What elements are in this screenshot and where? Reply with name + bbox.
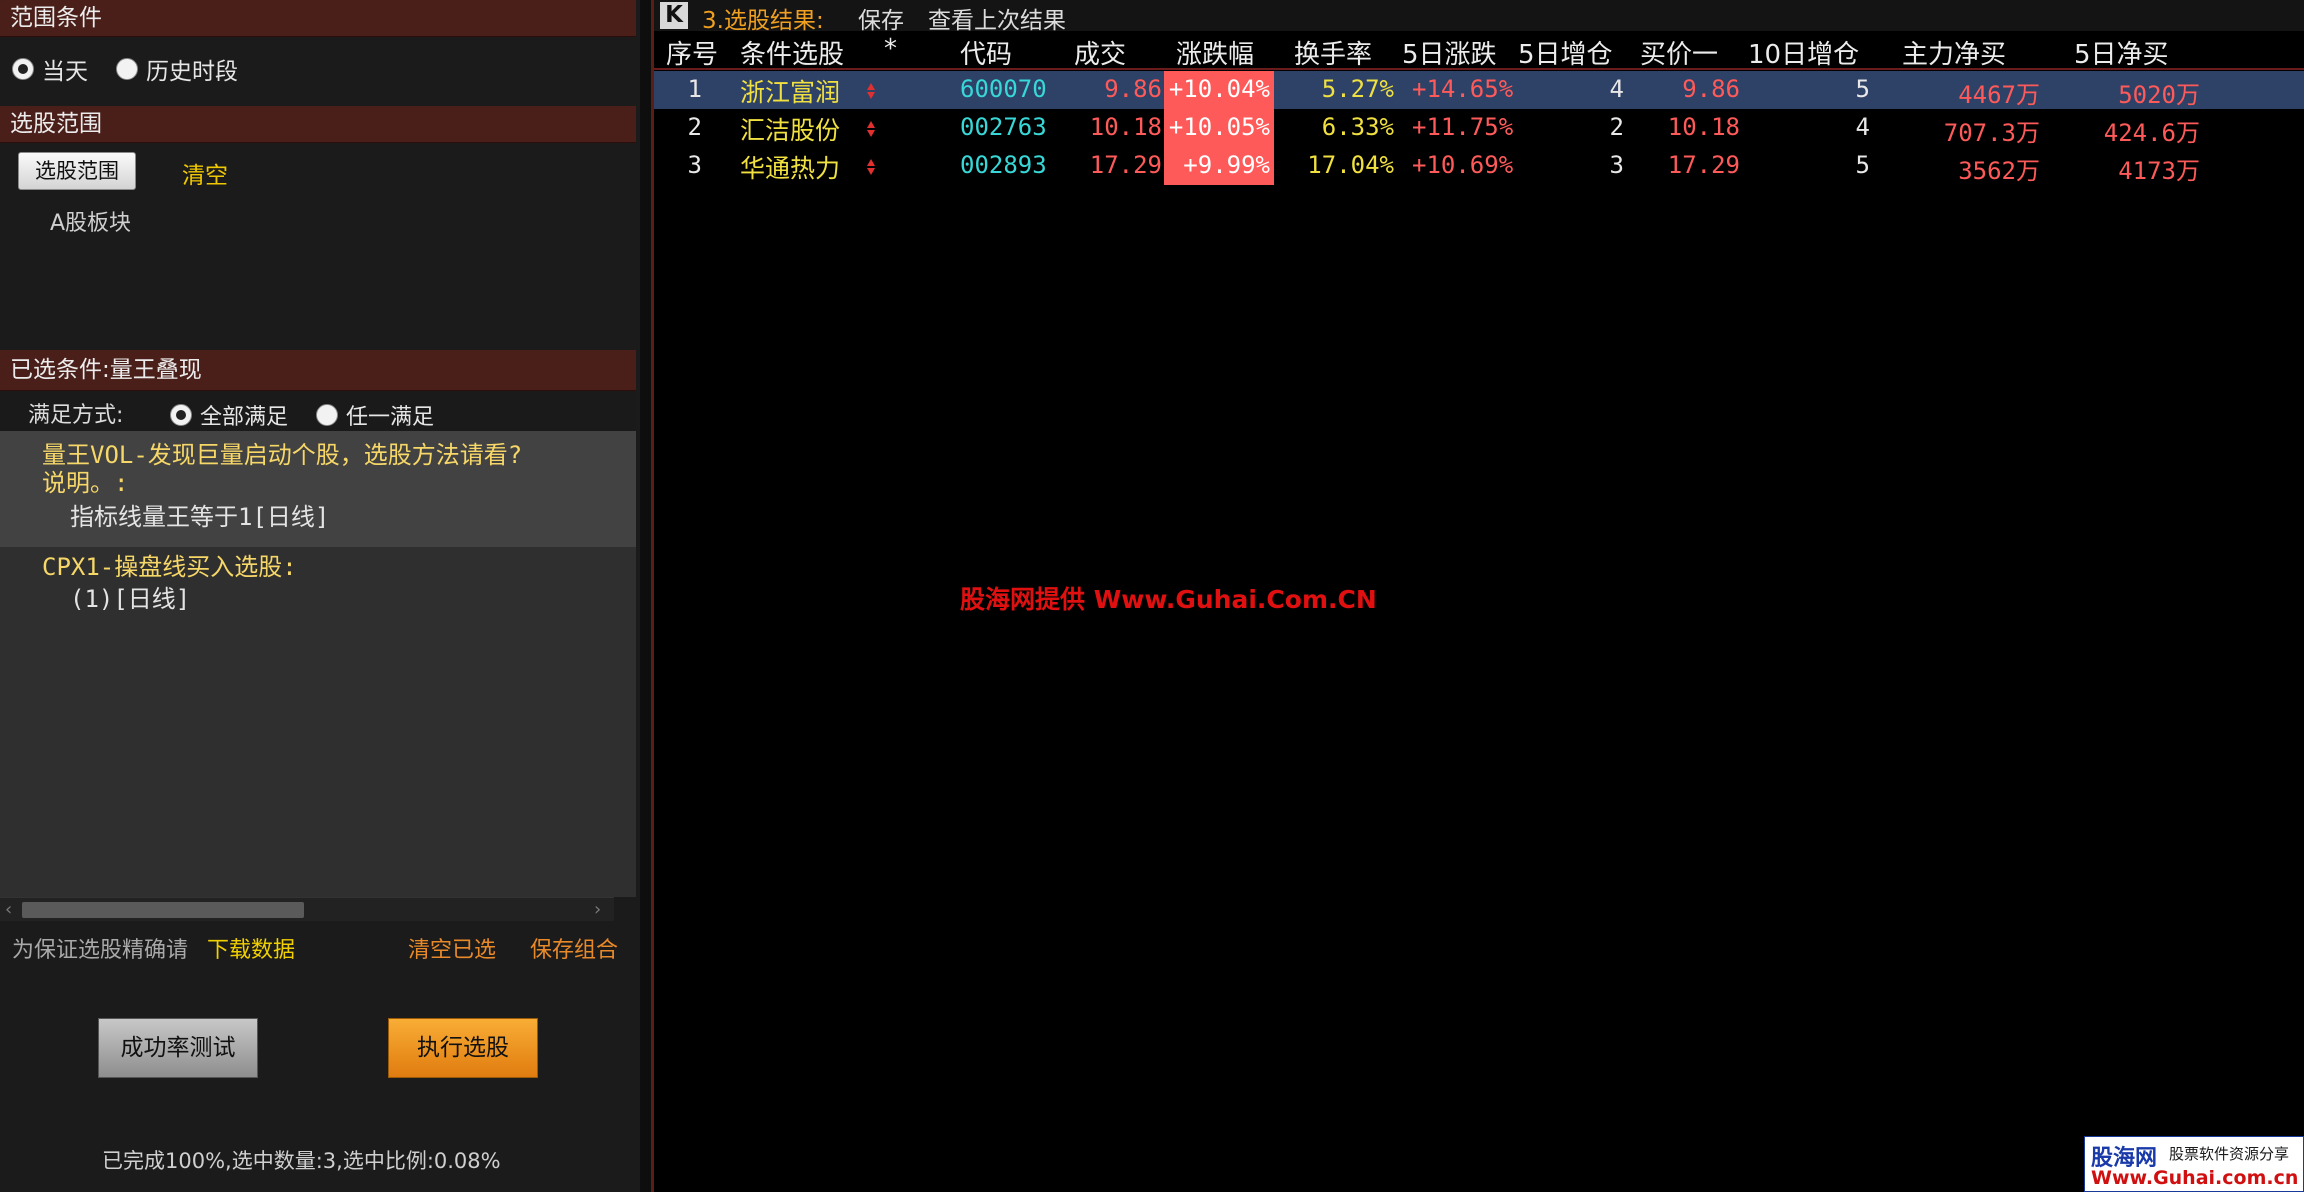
stock-net-buy-5d: 5020万	[2118, 81, 2200, 109]
corner-logo-url: Www.Guhai.com.cn	[2091, 1167, 2299, 1189]
col-main-net-buy[interactable]: 主力净买	[1902, 34, 2006, 71]
radio-unchecked-icon[interactable]	[316, 404, 339, 426]
clear-range-link[interactable]: 清空	[182, 156, 228, 190]
radio-checked-icon[interactable]	[12, 58, 34, 80]
match-mode-label: 满足方式:	[28, 403, 124, 428]
save-combination-link[interactable]: 保存组合	[530, 932, 618, 964]
mode-option-any[interactable]: 任一满足	[316, 399, 434, 431]
horizontal-scrollbar[interactable]: ‹ ›	[0, 897, 614, 921]
updown-arrow-icon	[867, 121, 875, 137]
stock-position-10d: 5	[1855, 75, 1870, 103]
col-position-5d[interactable]: 5日增仓	[1518, 34, 1613, 71]
condition-panel: 范围条件 当天 历史时段 选股范围 选股范围 清空 A股板块 已选条件:量王叠现…	[0, 0, 640, 1192]
stock-name[interactable]: 浙江富润	[740, 73, 840, 109]
scope-option-today[interactable]: 当天	[12, 52, 88, 86]
stock-net-buy-5d: 4173万	[2118, 157, 2200, 185]
condition-list: 量王VOL-发现巨量启动个股，选股方法请看? 说明。: 指标线量王等于1[日线]…	[0, 431, 636, 897]
col-index[interactable]: 序号	[666, 34, 718, 71]
stock-code: 002893	[960, 151, 1047, 179]
condition-detail: (1)[日线]	[70, 585, 191, 613]
stock-main-net-buy: 707.3万	[1943, 119, 2040, 147]
stock-position-5d: 4	[1609, 75, 1624, 103]
stock-change-5d: +11.75%	[1412, 113, 1514, 141]
row-index: 3	[687, 151, 702, 179]
col-flag[interactable]: *	[884, 34, 897, 64]
stock-main-net-buy: 4467万	[1958, 81, 2040, 109]
row-index: 1	[687, 75, 702, 103]
condition-detail: 指标线量王等于1[日线]	[70, 503, 330, 531]
k-logo-icon[interactable]: K	[660, 2, 688, 29]
stock-code: 002763	[960, 113, 1047, 141]
table-row[interactable]: 3 华通热力 002893 17.29 +9.99% 17.04% +10.69…	[654, 147, 2304, 185]
stock-net-buy-5d: 424.6万	[2103, 119, 2200, 147]
success-rate-test-button[interactable]: 成功率测试	[98, 1018, 258, 1078]
results-table-header: 序号 条件选股 * 代码 成交 涨跌幅 换手率 5日涨跌 5日增仓 买价一 10…	[654, 31, 2304, 70]
select-range-button[interactable]: 选股范围	[18, 152, 136, 190]
condition-title-cont: 说明。:	[42, 469, 129, 497]
col-name[interactable]: 条件选股	[740, 34, 844, 71]
corner-logo-tagline: 股票软件资源分享	[2169, 1145, 2290, 1163]
scope-options: 当天 历史时段	[12, 52, 266, 86]
stock-position-5d: 2	[1609, 113, 1624, 141]
range-header: 选股范围	[0, 106, 636, 143]
col-net-buy-5d[interactable]: 5日净买	[2074, 34, 2169, 71]
col-code[interactable]: 代码	[960, 34, 1012, 71]
clear-selected-link[interactable]: 清空已选	[408, 932, 496, 964]
condition-title[interactable]: CPX1-操盘线买入选股:	[42, 547, 297, 582]
stock-turnover: 17.04%	[1307, 151, 1394, 179]
execute-selection-button[interactable]: 执行选股	[388, 1018, 538, 1078]
stock-change: +10.05%	[1168, 113, 1270, 141]
stock-change: +10.04%	[1168, 75, 1270, 103]
updown-arrow-icon	[867, 159, 875, 175]
radio-checked-icon[interactable]	[170, 404, 192, 426]
match-mode-row: 满足方式: 全部满足 任一满足	[0, 391, 636, 431]
corner-logo: 股海网 股票软件资源分享 Www.Guhai.com.cn	[2084, 1136, 2304, 1192]
table-row[interactable]: 2 汇洁股份 002763 10.18 +10.05% 6.33% +11.75…	[654, 109, 2304, 147]
col-turnover[interactable]: 换手率	[1294, 34, 1372, 71]
radio-unchecked-icon[interactable]	[116, 58, 138, 80]
stock-name[interactable]: 华通热力	[740, 149, 840, 185]
stock-bid1: 9.86	[1682, 75, 1740, 103]
stock-bid1: 17.29	[1667, 151, 1740, 179]
scroll-left-icon[interactable]: ‹	[5, 899, 12, 920]
stock-position-5d: 3	[1609, 151, 1624, 179]
selected-conditions-header: 已选条件:量王叠现	[0, 350, 636, 391]
col-price[interactable]: 成交	[1074, 34, 1126, 71]
stock-price: 17.29	[1089, 151, 1162, 179]
stock-name[interactable]: 汇洁股份	[740, 111, 840, 147]
scope-option-history[interactable]: 历史时段	[116, 52, 238, 86]
status-text: 已完成100%,选中数量:3,选中比例:0.08%	[102, 1149, 501, 1173]
col-position-10d[interactable]: 10日增仓	[1748, 34, 1859, 71]
stock-position-10d: 5	[1855, 151, 1870, 179]
stock-turnover: 6.33%	[1321, 113, 1394, 141]
table-row[interactable]: 1 浙江富润 600070 9.86 +10.04% 5.27% +14.65%…	[654, 71, 2304, 109]
row-index: 2	[687, 113, 702, 141]
range-value: A股板块	[50, 211, 132, 236]
scope-header: 范围条件	[0, 0, 636, 37]
accuracy-hint: 为保证选股精确请	[12, 938, 189, 963]
scroll-right-icon[interactable]: ›	[594, 899, 601, 920]
mode-option-all[interactable]: 全部满足	[170, 399, 288, 431]
stock-change-5d: +10.69%	[1412, 151, 1514, 179]
results-title: 3.选股结果:	[702, 8, 824, 34]
stock-position-10d: 4	[1855, 113, 1870, 141]
download-data-link[interactable]: 下载数据	[207, 932, 295, 964]
watermark-text: 股海网提供 Www.Guhai.Com.CN	[960, 585, 1377, 614]
scrollbar-thumb[interactable]	[22, 902, 304, 918]
col-change[interactable]: 涨跌幅	[1176, 34, 1254, 71]
save-results-button[interactable]: 保存	[858, 1, 904, 35]
panel-divider[interactable]	[640, 0, 654, 1192]
col-change-5d[interactable]: 5日涨跌	[1402, 34, 1497, 71]
stock-price: 10.18	[1089, 113, 1162, 141]
stock-change: +9.99%	[1183, 151, 1270, 179]
updown-arrow-icon	[867, 83, 875, 99]
stock-bid1: 10.18	[1667, 113, 1740, 141]
view-last-results-button[interactable]: 查看上次结果	[928, 1, 1066, 35]
stock-code: 600070	[960, 75, 1047, 103]
stock-main-net-buy: 3562万	[1958, 157, 2040, 185]
stock-turnover: 5.27%	[1321, 75, 1394, 103]
stock-change-5d: +14.65%	[1412, 75, 1514, 103]
col-bid1[interactable]: 买价一	[1640, 34, 1718, 71]
stock-price: 9.86	[1104, 75, 1162, 103]
